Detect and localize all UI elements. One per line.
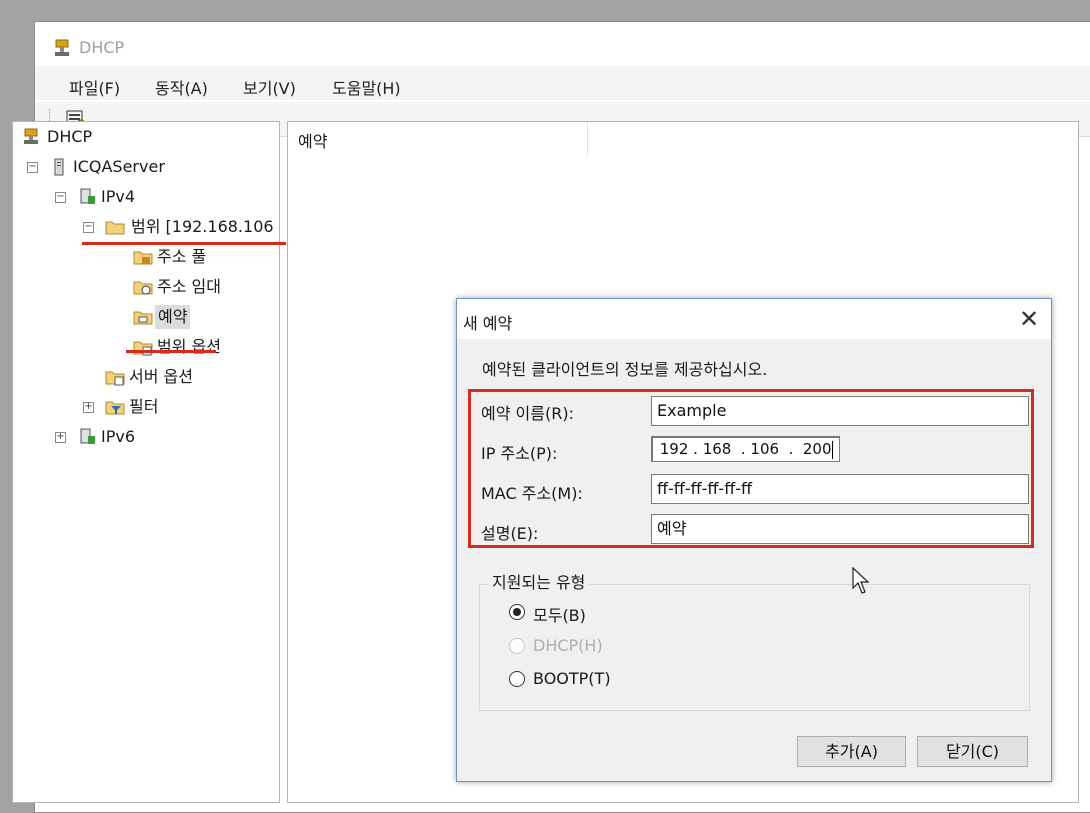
tree-label: IPv6 xyxy=(101,427,136,446)
add-button[interactable]: 추가(A) xyxy=(797,736,906,767)
console-tree: DHCP − ICQAServer − IPv4 − 범위 [192.168.1… xyxy=(12,121,280,803)
menu-action[interactable]: 동작(A) xyxy=(155,75,208,99)
radio-both-label[interactable]: 모두(B) xyxy=(533,602,586,626)
tree-item-server[interactable]: − ICQAServer xyxy=(19,155,269,179)
collapse-toggle[interactable]: − xyxy=(27,162,38,173)
expand-toggle[interactable]: + xyxy=(55,432,66,443)
window-title: DHCP xyxy=(79,38,125,57)
menu-help[interactable]: 도움말(H) xyxy=(332,75,401,99)
tree-item-ipv6[interactable]: + IPv6 xyxy=(19,425,269,449)
ip-address-input[interactable]: 192 . 168 . 106 . 200 xyxy=(651,436,840,462)
folder-icon xyxy=(105,221,125,235)
radio-dhcp[interactable] xyxy=(509,638,525,654)
address-lease-icon xyxy=(133,281,153,295)
text-caret xyxy=(831,440,833,459)
tree-label: 예약 xyxy=(155,305,191,329)
tree-label: 주소 임대 xyxy=(157,277,221,296)
mac-address-input[interactable]: ff-ff-ff-ff-ff-ff xyxy=(651,474,1029,504)
collapse-toggle[interactable]: − xyxy=(83,222,94,233)
title-bar: DHCP xyxy=(35,22,1090,64)
collapse-toggle[interactable]: − xyxy=(55,192,66,203)
tree-label: DHCP xyxy=(47,127,93,146)
close-icon[interactable]: ✕ xyxy=(1013,303,1045,335)
description-input[interactable]: 예약 xyxy=(651,514,1029,544)
tree-item-reservations[interactable]: 예약 xyxy=(19,305,269,329)
reservation-name-input[interactable]: Example xyxy=(651,396,1029,426)
tree-item-dhcp[interactable]: DHCP xyxy=(19,125,269,149)
server-icon xyxy=(54,158,64,176)
column-separator[interactable] xyxy=(587,122,588,156)
ip-address-value: 192 . 168 . 106 . 200 xyxy=(655,440,832,458)
tree-item-address-pool[interactable]: 주소 풀 xyxy=(19,245,269,269)
tree-label: IPv4 xyxy=(101,187,136,206)
supported-types-label: 지원되는 유형 xyxy=(488,569,590,593)
tree-label: 범위 [192.168.106 xyxy=(131,217,274,236)
ipv4-icon xyxy=(80,188,95,204)
column-header-reservations[interactable]: 예약 xyxy=(298,128,327,152)
tree-item-address-leases[interactable]: 주소 임대 xyxy=(19,275,269,299)
filter-icon xyxy=(105,401,125,415)
reservation-name-label: 예약 이름(R): xyxy=(481,404,574,423)
tree-label: 범위 옵션 xyxy=(157,337,221,356)
radio-bootp-label[interactable]: BOOTP(T) xyxy=(533,669,611,688)
highlight-underline-scope xyxy=(82,242,286,245)
menu-file[interactable]: 파일(F) xyxy=(69,75,120,99)
menu-view[interactable]: 보기(V) xyxy=(243,75,296,99)
address-pool-icon xyxy=(133,251,153,265)
radio-both[interactable] xyxy=(509,604,525,620)
tree-item-scope-options[interactable]: 범위 옵션 xyxy=(19,335,269,359)
tree-label: ICQAServer xyxy=(73,157,165,176)
expand-toggle[interactable]: + xyxy=(83,402,94,413)
new-reservation-dialog: 새 예약 ✕ 예약된 클라이언트의 정보를 제공하십시오. 예약 이름(R): … xyxy=(456,298,1052,782)
tree-item-ipv4[interactable]: − IPv4 xyxy=(19,185,269,209)
dhcp-server-icon xyxy=(55,39,69,56)
menu-bar: 파일(F) 동작(A) 보기(V) 도움말(H) xyxy=(35,66,1090,100)
tree-item-server-options[interactable]: 서버 옵션 xyxy=(19,365,269,389)
reservation-icon xyxy=(133,311,153,325)
radio-dhcp-label[interactable]: DHCP(H) xyxy=(533,636,603,655)
radio-bootp[interactable] xyxy=(509,671,525,687)
mouse-cursor-icon xyxy=(852,566,870,594)
dialog-title-bar: 새 예약 ✕ xyxy=(457,299,1051,339)
dialog-instruction: 예약된 클라이언트의 정보를 제공하십시오. xyxy=(482,360,768,379)
tree-label: 필터 xyxy=(129,397,159,416)
server-options-icon xyxy=(105,371,125,386)
tree-label: 서버 옵션 xyxy=(129,367,193,386)
mac-address-label: MAC 주소(M): xyxy=(481,484,583,503)
ip-address-label: IP 주소(P): xyxy=(481,444,558,463)
close-button[interactable]: 닫기(C) xyxy=(917,736,1028,767)
highlight-underline-reservations xyxy=(126,350,216,353)
dialog-title: 새 예약 xyxy=(463,314,513,333)
tree-item-filters[interactable]: + 필터 xyxy=(19,395,269,419)
tree-label: 주소 풀 xyxy=(157,247,207,266)
scope-options-icon xyxy=(133,341,153,356)
ipv6-icon xyxy=(80,428,95,444)
dhcp-server-icon xyxy=(24,128,38,144)
tree-item-scope[interactable]: − 범위 [192.168.106 xyxy=(19,215,279,239)
description-label: 설명(E): xyxy=(481,524,539,543)
